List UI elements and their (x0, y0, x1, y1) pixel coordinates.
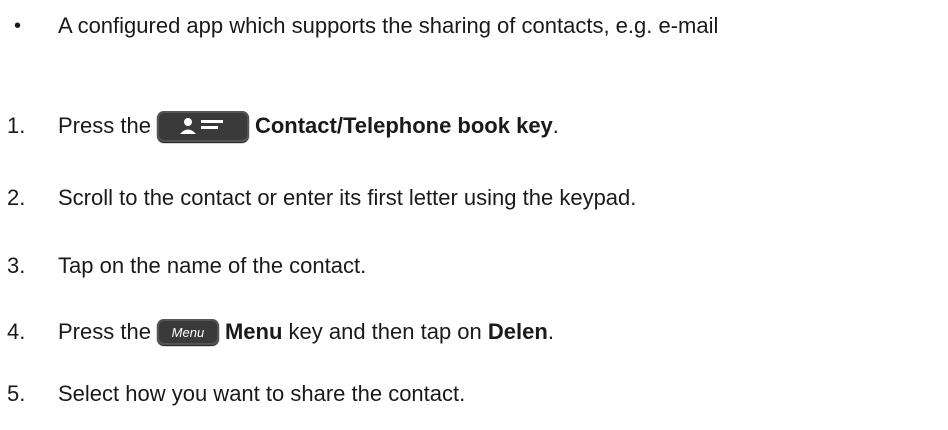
delen-label: Delen (487, 319, 548, 344)
menu-key-icon: Menu (156, 319, 219, 345)
step-middle: key and then tap on (288, 319, 482, 344)
step-number: 2. (7, 185, 26, 210)
step-suffix: . (552, 113, 559, 138)
step-suffix: . (547, 319, 554, 344)
step-number: 1. (7, 113, 26, 138)
step-text: Select how you want to share the contact… (58, 381, 466, 406)
step-number: 5. (7, 381, 26, 406)
step-number: 3. (7, 253, 26, 278)
step-text: Press the Menu Menu key and then tap on … (58, 319, 554, 345)
menu-key-label: Menu (171, 324, 205, 340)
step-text: Press the Contact/Telephone book key. (58, 110, 559, 142)
step-text: Tap on the name of the contact. (58, 253, 367, 278)
step-text: Scroll to the contact or enter its first… (58, 185, 637, 210)
contact-key-label: Contact/Telephone book key (254, 113, 553, 138)
step-prefix: Press the (58, 113, 151, 138)
bullet-text: A configured app which supports the shar… (58, 13, 719, 38)
contact-book-key-icon (156, 110, 249, 142)
bullet-marker: • (14, 14, 22, 37)
step-prefix: Press the (58, 319, 151, 344)
step-number: 4. (7, 319, 26, 344)
menu-label: Menu (224, 319, 283, 344)
contact-book-glyph-icon (179, 118, 223, 134)
